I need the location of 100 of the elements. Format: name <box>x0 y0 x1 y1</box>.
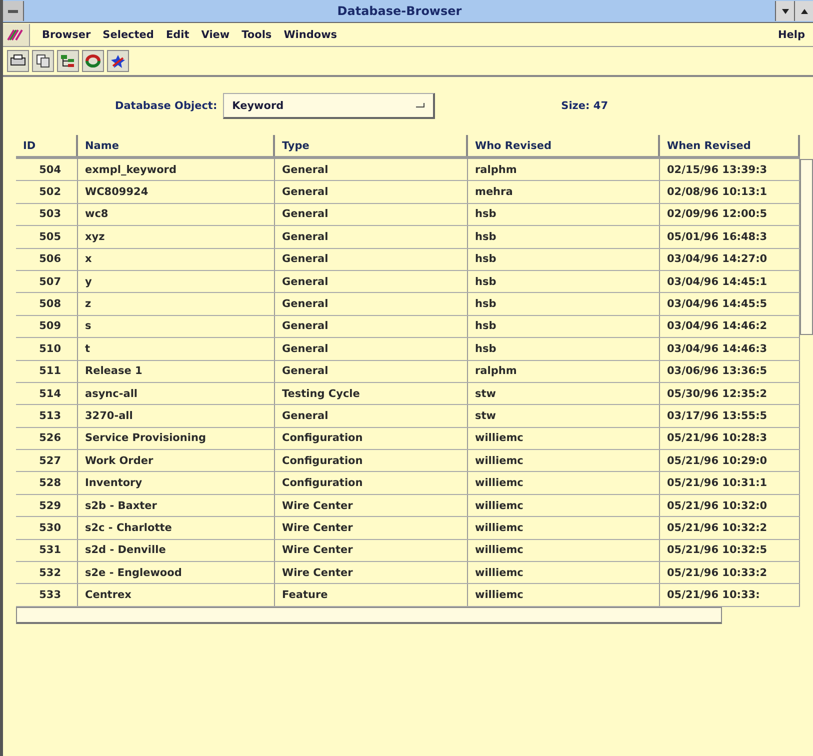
table-cell: 03/17/96 13:55:5 <box>660 405 800 427</box>
table-cell: s2e - Englewood <box>78 562 275 584</box>
dropdown-icon <box>416 103 426 108</box>
table-cell: s2b - Baxter <box>78 494 275 516</box>
star-icon <box>110 54 126 68</box>
vertical-scrollbar[interactable] <box>800 159 813 335</box>
table-cell: 05/21/96 10:33: <box>660 584 800 606</box>
column-header[interactable]: Name <box>78 135 275 156</box>
table-cell: williemc <box>468 562 660 584</box>
table-cell: 505 <box>16 226 78 248</box>
table-cell: x <box>78 248 275 270</box>
table-cell: hsb <box>468 316 660 338</box>
menu-item[interactable]: Edit <box>166 28 190 40</box>
table-cell: 531 <box>16 540 78 562</box>
minimize-button[interactable] <box>775 1 794 21</box>
table-cell: WC809924 <box>78 181 275 203</box>
tree-icon <box>60 54 76 68</box>
table-cell: General <box>275 270 468 292</box>
table-cell: Wire Center <box>275 517 468 539</box>
table-cell: williemc <box>468 517 660 539</box>
table-cell: s2d - Denville <box>78 540 275 562</box>
table-cell: 511 <box>16 360 78 382</box>
table-cell: async-all <box>78 382 275 404</box>
table-cell: stw <box>468 382 660 404</box>
table-cell: mehra <box>468 181 660 203</box>
table-cell: 05/30/96 12:35:2 <box>660 382 800 404</box>
menu-item[interactable]: Tools <box>242 28 272 40</box>
table-cell: 507 <box>16 270 78 292</box>
table-cell: 526 <box>16 428 78 450</box>
table-cell: General <box>275 316 468 338</box>
table-cell: Inventory <box>78 472 275 494</box>
help-menu[interactable]: Help <box>778 28 805 40</box>
table-cell: General <box>275 293 468 315</box>
table-cell: williemc <box>468 450 660 472</box>
field-label: Database Object: <box>115 100 218 112</box>
table-cell: 05/21/96 10:32:5 <box>660 540 800 562</box>
table-cell: 05/21/96 10:33:2 <box>660 562 800 584</box>
table-cell: 532 <box>16 562 78 584</box>
minus-icon <box>8 10 18 12</box>
column-header[interactable]: When Revised <box>660 135 800 156</box>
toolbar-button[interactable] <box>32 50 54 72</box>
table-cell: General <box>275 159 468 180</box>
table-cell: General <box>275 360 468 382</box>
table-cell: hsb <box>468 293 660 315</box>
system-menu-button[interactable] <box>3 1 24 21</box>
table-cell: 513 <box>16 405 78 427</box>
table-cell: 528 <box>16 472 78 494</box>
menu-item[interactable]: Browser <box>42 28 91 40</box>
table-cell: t <box>78 338 275 360</box>
table-cell: General <box>275 181 468 203</box>
table-cell: 514 <box>16 382 78 404</box>
table-cell: Centrex <box>78 584 275 606</box>
table-cell: 502 <box>16 181 78 203</box>
table-cell: 3270-all <box>78 405 275 427</box>
table-cell: wc8 <box>78 204 275 226</box>
table-cell: Configuration <box>275 428 468 450</box>
menu-item[interactable]: Windows <box>284 28 338 40</box>
table-cell: 03/04/96 14:46:3 <box>660 338 800 360</box>
toolbar-button[interactable] <box>57 50 79 72</box>
table-cell: Configuration <box>275 450 468 472</box>
table-cell: s <box>78 316 275 338</box>
column-header[interactable]: Type <box>275 135 468 156</box>
table-cell: Wire Center <box>275 562 468 584</box>
menu-item[interactable]: Selected <box>102 28 154 40</box>
table-cell: hsb <box>468 270 660 292</box>
table-cell: 508 <box>16 293 78 315</box>
table-cell: 503 <box>16 204 78 226</box>
copy-icon <box>36 54 50 68</box>
table-cell: Wire Center <box>275 494 468 516</box>
table-cell: 530 <box>16 517 78 539</box>
table-cell: z <box>78 293 275 315</box>
toolbar-button[interactable] <box>7 50 29 72</box>
table-cell: 05/21/96 10:29:0 <box>660 450 800 472</box>
table-cell: 509 <box>16 316 78 338</box>
maximize-button[interactable] <box>794 1 813 21</box>
window-title: Database-Browser <box>336 4 463 18</box>
object-dropdown[interactable]: Keyword <box>223 93 436 119</box>
table-cell: Release 1 <box>78 360 275 382</box>
down-triangle-icon <box>782 8 788 14</box>
refresh-icon <box>85 54 101 68</box>
table-cell: 05/21/96 10:28:3 <box>660 428 800 450</box>
table-cell: 506 <box>16 248 78 270</box>
table-cell: General <box>275 338 468 360</box>
table-cell: 527 <box>16 450 78 472</box>
table-cell: ralphm <box>468 360 660 382</box>
table-cell: williemc <box>468 472 660 494</box>
horizontal-scrollbar[interactable] <box>16 606 722 624</box>
table-cell: 03/06/96 13:36:5 <box>660 360 800 382</box>
table-cell: s2c - Charlotte <box>78 517 275 539</box>
table-cell: hsb <box>468 338 660 360</box>
table-cell: williemc <box>468 540 660 562</box>
menu-item[interactable]: View <box>201 28 230 40</box>
column-header[interactable]: ID <box>16 135 78 156</box>
table-cell: 05/21/96 10:31:1 <box>660 472 800 494</box>
column-header[interactable]: Who Revised <box>468 135 660 156</box>
size-label: Size: 47 <box>561 100 608 112</box>
table-cell: exmpl_keyword <box>78 159 275 180</box>
table-cell: Testing Cycle <box>275 382 468 404</box>
table-cell: hsb <box>468 248 660 270</box>
table-cell: williemc <box>468 428 660 450</box>
